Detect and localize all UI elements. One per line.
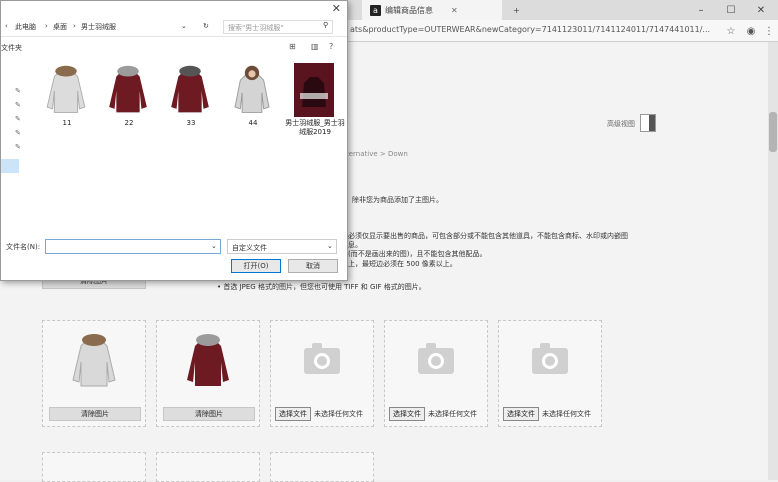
category-breadcrumb[interactable]: ternative > Down [346,150,408,158]
choose-file-button[interactable]: 选择文件 [275,407,311,421]
file-picker[interactable]: 选择文件 未选择任何文件 [503,407,599,421]
requirement-line-1: 必须仅显示要出售的商品，可包含部分或不能包含其他道具，不能包含商标、水印或内嵌图 [348,232,628,240]
file-item[interactable]: 男士羽绒服_男士羽绒服2019 [285,63,345,139]
main-image-notice: 除非您为商品添加了主图片。 [352,196,443,204]
pin-icon: ✎ [15,87,21,95]
clear-image-button[interactable]: 清除图片 [49,407,141,421]
file-name: 11 [62,119,72,127]
dialog-search-input[interactable]: 搜索"男士羽绒服" [223,20,333,34]
file-picker[interactable]: 选择文件 未选择任何文件 [275,407,371,421]
maximize-icon[interactable]: ☐ [716,0,746,20]
preview-pane-icon[interactable]: ▥ [311,42,319,51]
filetype-select[interactable]: 自定义文件 [227,239,337,254]
kid-jacket-thumbnail [227,63,277,117]
close-tab-icon[interactable]: ✕ [451,6,458,15]
dialog-toolbar: 文件夹 ⊞ ▥ ? [1,37,347,57]
filename-input[interactable] [45,239,221,254]
scrollbar-thumb[interactable] [769,112,777,152]
file-item[interactable]: 44 [223,63,283,139]
menu-icon[interactable]: ⋮ [762,24,776,38]
path-segment-folder[interactable]: 男士羽绒服 [81,22,116,32]
red-jacket-thumbnail [103,63,153,117]
image-slot-6 [42,452,146,482]
file-item[interactable]: 11 [37,63,97,139]
format-bullet: • 首选 JPEG 格式的图片，但您也可使用 TIFF 和 GIF 格式的图片。 [217,283,426,291]
white-jacket-thumbnail [41,63,91,117]
image-slot-4: 选择文件 未选择任何文件 [384,320,488,427]
file-open-dialog: ✕ ‹ 此电脑 › 桌面 › 男士羽绒服 ⌄ ↻ 搜索"男士羽绒服" ⚲ 文件夹… [0,0,348,281]
red-jacket-image [177,329,239,393]
filename-row: 文件名(N): ⌄ 自定义文件 ⌄ [1,239,347,255]
file-item[interactable]: 33 [161,63,221,139]
file-name: 33 [186,119,196,127]
file-grid: 11 22 33 44 男士羽绒服_男士羽绒服2019 [37,63,345,143]
camera-placeholder-icon [519,329,581,393]
choose-file-button[interactable]: 选择文件 [389,407,425,421]
help-icon[interactable]: ? [329,42,333,51]
requirement-line-3: (而不是画出来的图)，且不能包含其他配品。 [348,250,487,258]
red-jacket-thumbnail [165,63,215,117]
file-picker[interactable]: 选择文件 未选择任何文件 [389,407,485,421]
dialog-close-icon[interactable]: ✕ [332,2,341,15]
view-options-icon[interactable]: ⊞ [289,42,296,51]
page-scrollbar[interactable] [768,42,778,480]
path-separator: › [73,22,76,30]
filename-label: 文件名(N): [6,243,41,251]
white-jacket-image [63,329,125,393]
account-icon[interactable]: ◉ [744,24,758,38]
no-file-label: 未选择任何文件 [542,410,591,418]
path-segment-pc[interactable]: 此电脑 [15,22,36,32]
image-slot-7 [156,452,260,482]
open-button[interactable]: 打开(O) [231,259,281,273]
tab-edit-product[interactable]: a 编辑商品信息 ✕ [362,0,502,20]
camera-placeholder-icon [291,329,353,393]
cancel-button[interactable]: 取消 [288,259,338,273]
path-segment-desktop[interactable]: 桌面 [53,22,67,32]
back-icon[interactable]: ‹ [5,22,8,30]
folder-label: 文件夹 [1,44,22,52]
image-slot-5: 选择文件 未选择任何文件 [498,320,602,427]
amazon-icon: a [370,4,381,16]
requirement-line-4: 上，最短边必须在 500 像素以上。 [348,260,457,268]
format-text: 首选 JPEG 格式的图片，但您也可使用 TIFF 和 GIF 格式的图片。 [223,283,426,291]
path-separator: › [45,22,48,30]
advanced-view-label: 高级视图 [607,120,635,128]
file-name: 男士羽绒服_男士羽绒服2019 [285,119,345,136]
clear-image-button[interactable]: 清除图片 [163,407,255,421]
dialog-titlebar: ✕ [1,1,347,17]
quick-access-nav: ✎ ✎ ✎ ✎ ✎ [1,57,31,197]
image-slot-3: 选择文件 未选择任何文件 [270,320,374,427]
search-icon: ⚲ [323,21,329,29]
chevron-down-icon[interactable]: ⌄ [181,22,187,30]
file-name: 22 [124,119,134,127]
chevron-down-icon[interactable]: ⌄ [327,242,333,250]
no-file-label: 未选择任何文件 [314,410,363,418]
path-bar: ‹ 此电脑 › 桌面 › 男士羽绒服 ⌄ ↻ 搜索"男士羽绒服" ⚲ [1,17,347,37]
tab-label: 编辑商品信息 [385,5,433,15]
advanced-view-toggle[interactable] [640,114,656,132]
new-tab-button[interactable]: + [505,0,528,20]
camera-placeholder-icon [405,329,467,393]
pin-icon: ✎ [15,101,21,109]
close-window-icon[interactable]: ✕ [746,0,776,20]
choose-file-button[interactable]: 选择文件 [503,407,539,421]
nav-selected-item[interactable] [1,159,19,173]
pin-icon: ✎ [15,143,21,151]
image-slot-2: 清除图片 [156,320,260,427]
file-name: 44 [248,119,258,127]
file-item[interactable]: 22 [99,63,159,139]
no-file-label: 未选择任何文件 [428,410,477,418]
chevron-down-icon[interactable]: ⌄ [211,242,217,250]
image-slot-8 [270,452,374,482]
poster-thumbnail [289,63,339,117]
pin-icon: ✎ [15,115,21,123]
refresh-icon[interactable]: ↻ [203,22,209,30]
star-icon[interactable]: ☆ [724,24,738,38]
pin-icon: ✎ [15,129,21,137]
minimize-icon[interactable]: – [686,0,716,20]
url-text[interactable]: ats&productType=OUTERWEAR&newCategory=71… [350,25,720,34]
image-slot-1: 清除图片 [42,320,146,427]
